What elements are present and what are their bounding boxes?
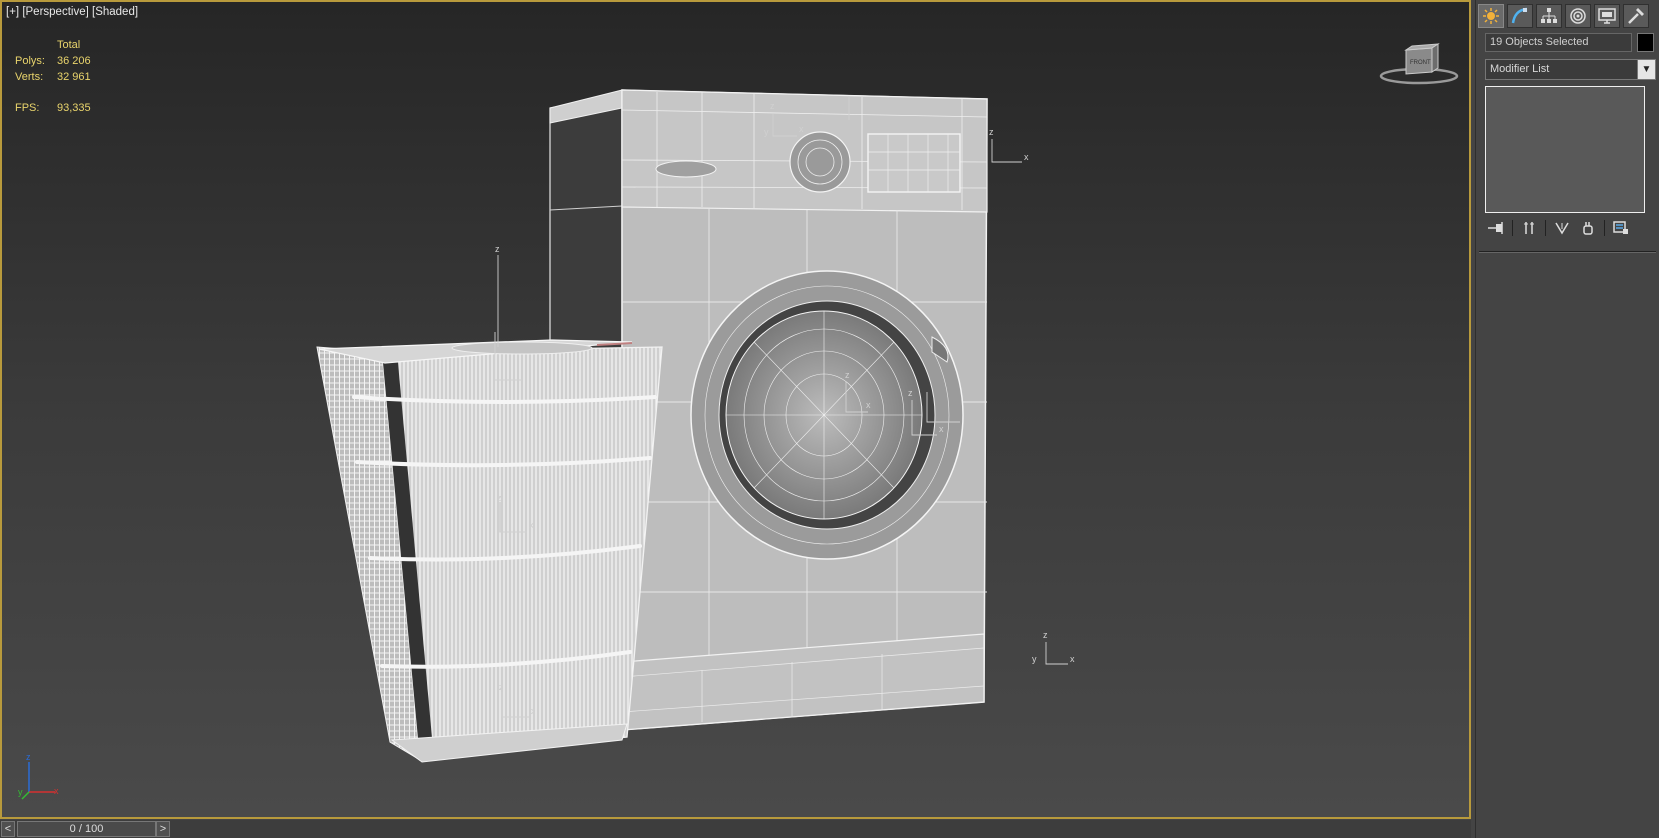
create-tab[interactable] [1478, 4, 1504, 28]
world-axis-tripod: z x y [18, 752, 59, 800]
modify-icon [1511, 7, 1528, 24]
svg-text:z: z [499, 682, 504, 692]
configure-sets-icon [1613, 221, 1628, 234]
svg-text:y: y [764, 127, 769, 137]
svg-text:z: z [1043, 630, 1048, 640]
pin-stack-button[interactable] [1486, 219, 1506, 237]
rollout-divider [1479, 251, 1656, 253]
configure-modifier-sets-button[interactable] [1611, 219, 1631, 237]
object-name-field[interactable]: 19 Objects Selected [1485, 33, 1632, 52]
svg-text:y: y [1032, 654, 1037, 664]
svg-text:z: z [989, 127, 994, 137]
verts-value: 32 961 [57, 71, 91, 83]
svg-text:x: x [529, 520, 534, 530]
scene-wireframe[interactable]: z x y z z x z x z x z x y z x z x z x y [2, 2, 1471, 819]
display-tab[interactable] [1594, 4, 1620, 28]
remove-modifier-button[interactable] [1578, 219, 1598, 237]
remove-modifier-icon [1583, 222, 1593, 235]
perspective-viewport[interactable]: z x y z z x z x z x z x y z x z x z x y [+] [Perspec… [0, 0, 1471, 819]
svg-text:z: z [770, 101, 775, 111]
object-color-swatch[interactable] [1637, 33, 1654, 52]
display-icon [1598, 8, 1616, 24]
svg-text:x: x [1024, 152, 1029, 162]
svg-text:z: z [908, 388, 913, 398]
svg-text:z: z [497, 493, 502, 503]
svg-text:z: z [845, 370, 850, 380]
command-panel-tabs [1476, 0, 1659, 28]
show-end-result-icon [1524, 222, 1534, 234]
washer-front [621, 89, 988, 731]
polys-value: 36 206 [57, 55, 91, 67]
selection-row: 19 Objects Selected [1485, 33, 1654, 52]
svg-text:x: x [531, 706, 536, 716]
svg-text:x: x [1070, 654, 1075, 664]
verts-label: Verts: [15, 71, 44, 83]
viewport-statistics: Total Polys: 36 206 Verts: 32 961 FPS: 93,3… [15, 37, 117, 116]
make-unique-button[interactable] [1552, 219, 1572, 237]
utilities-icon [1628, 8, 1644, 24]
viewport-point-of-view[interactable]: [Perspective] [22, 6, 88, 18]
hierarchy-tab[interactable] [1536, 4, 1562, 28]
command-panel: 19 Objects Selected Modifier List ▼ [1475, 0, 1659, 838]
fps-label: FPS: [15, 102, 40, 114]
stats-header: Total [57, 39, 81, 51]
motion-tab[interactable] [1565, 4, 1591, 28]
show-end-result-button[interactable] [1519, 219, 1539, 237]
chevron-down-icon[interactable]: ▼ [1637, 60, 1655, 79]
polys-label: Polys: [15, 55, 45, 67]
modifier-list-dropdown[interactable]: Modifier List ▼ [1485, 59, 1656, 80]
laundry-basket [316, 339, 663, 763]
viewport-label[interactable]: [+] [Perspective] [Shaded] [6, 6, 138, 18]
utilities-tab[interactable] [1623, 4, 1649, 28]
svg-text:y: y [18, 787, 23, 797]
hierarchy-icon [1541, 8, 1557, 23]
svg-text:x: x [799, 124, 804, 134]
create-icon [1483, 8, 1499, 24]
svg-text:z: z [495, 244, 500, 254]
modifier-stack[interactable] [1485, 86, 1645, 213]
prev-frame-button[interactable]: < [1, 821, 15, 837]
svg-text:x: x [54, 786, 59, 796]
viewport-shading-mode[interactable]: [Shaded] [92, 6, 138, 18]
next-frame-button[interactable]: > [156, 821, 170, 837]
modify-tab[interactable] [1507, 4, 1533, 28]
viewcube-face-label: FRONT [1410, 60, 1431, 66]
pin-stack-icon [1488, 222, 1503, 234]
modifier-list-label: Modifier List [1490, 63, 1550, 75]
svg-text:x: x [866, 400, 871, 410]
time-slider[interactable]: 0 / 100 [17, 821, 156, 837]
motion-icon [1570, 8, 1586, 24]
svg-text:z: z [26, 752, 31, 762]
time-slider-bar: < 0 / 100 > [0, 820, 1471, 838]
svg-text:x: x [939, 424, 944, 434]
modifier-stack-toolbar [1486, 219, 1631, 237]
viewport-menu-plus[interactable]: [+] [6, 6, 19, 18]
fps-value: 93,335 [57, 102, 91, 114]
make-unique-icon [1555, 222, 1569, 235]
viewcube[interactable]: FRONT [1374, 38, 1464, 88]
